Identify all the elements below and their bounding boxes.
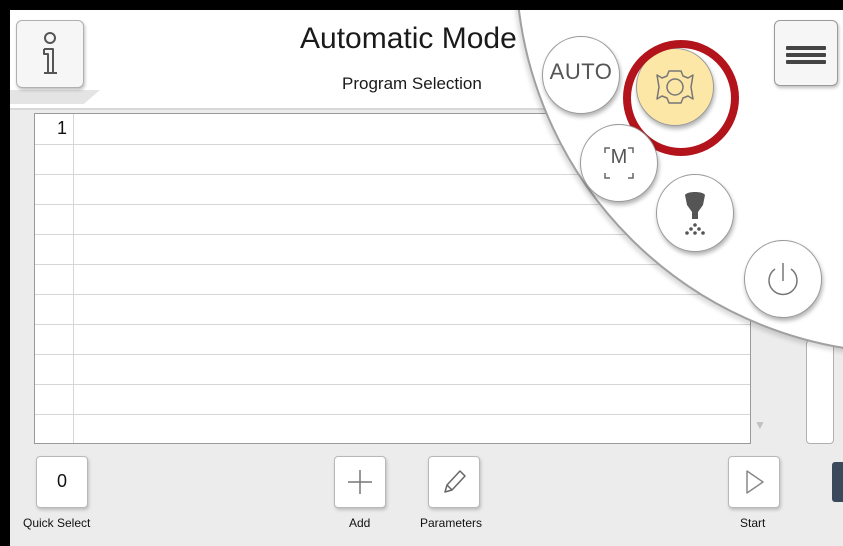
- table-row[interactable]: [35, 384, 750, 415]
- scroll-down-arrow-icon[interactable]: ▼: [754, 418, 766, 432]
- auto-mode-label: AUTO: [549, 59, 613, 84]
- menu-button[interactable]: [774, 20, 838, 86]
- parameters-label: Parameters: [420, 516, 483, 530]
- start-label: Start: [740, 516, 766, 530]
- row-number: 1: [56, 118, 67, 138]
- manual-mode-label: M: [610, 146, 628, 168]
- power-icon: [768, 263, 798, 296]
- parameters-button[interactable]: [428, 456, 480, 508]
- quick-select-label: Quick Select: [23, 516, 91, 530]
- table-row[interactable]: [35, 294, 750, 325]
- screen: Automatic Mode Program Selection 1 ▼ 0 Q…: [10, 10, 843, 546]
- add-label: Add: [349, 516, 371, 530]
- dispenser-button[interactable]: [656, 174, 734, 252]
- power-button[interactable]: [744, 240, 822, 318]
- pencil-icon: [444, 470, 466, 493]
- play-icon: [746, 470, 764, 494]
- start-button[interactable]: [728, 456, 780, 508]
- side-tab-chip[interactable]: [832, 462, 843, 502]
- auto-mode-button[interactable]: AUTO: [542, 36, 620, 114]
- table-row[interactable]: [35, 264, 750, 295]
- page-subtitle: Program Selection: [342, 74, 482, 93]
- table-row[interactable]: [35, 354, 750, 385]
- table-row[interactable]: [35, 414, 750, 444]
- plus-icon: [348, 470, 372, 494]
- menu-icon-bar: [786, 53, 826, 57]
- table-row[interactable]: [35, 324, 750, 355]
- info-button[interactable]: [16, 20, 84, 88]
- side-panel-bar[interactable]: [806, 340, 834, 444]
- manual-mode-button[interactable]: M: [580, 124, 658, 202]
- quick-select-value: 0: [56, 471, 67, 491]
- info-icon: [43, 32, 57, 74]
- dispenser-icon: [685, 192, 705, 235]
- add-button[interactable]: [334, 456, 386, 508]
- quick-select-button[interactable]: 0: [36, 456, 88, 508]
- menu-icon-bar: [786, 60, 826, 64]
- menu-icon: [786, 46, 826, 50]
